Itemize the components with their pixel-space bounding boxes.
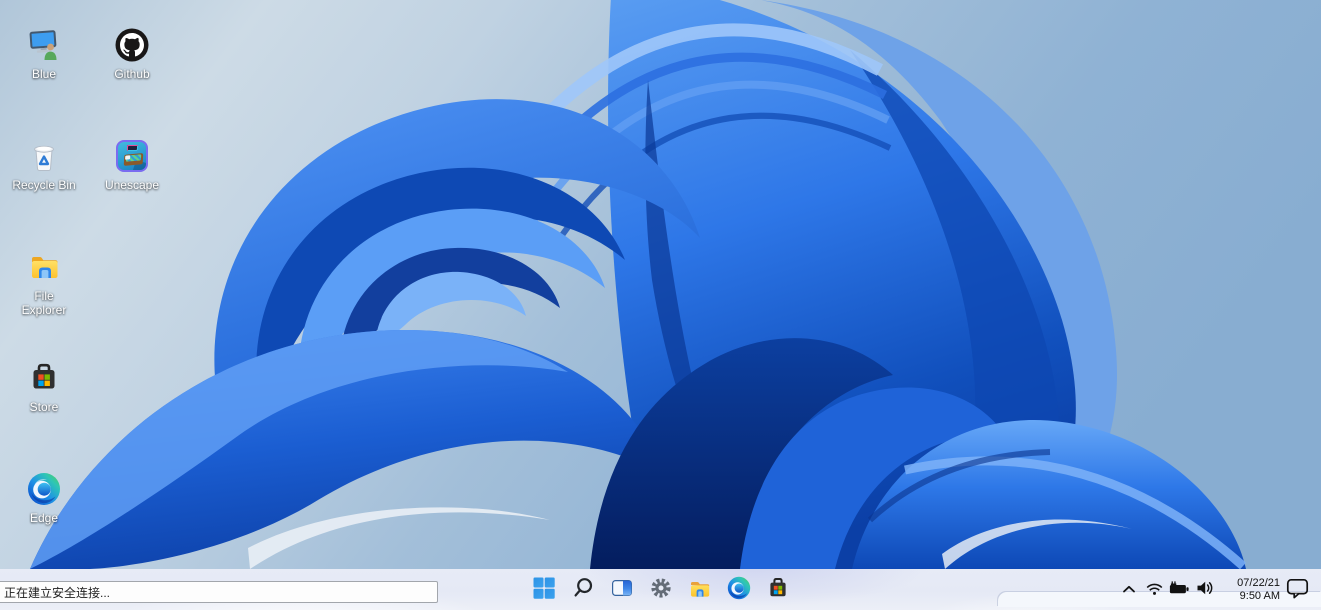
edge-button[interactable]: [727, 578, 751, 602]
tray-battery-button[interactable]: [1169, 581, 1190, 598]
search-icon: [571, 576, 595, 603]
desktop-icon-label: Recycle Bin: [12, 178, 75, 192]
search-button[interactable]: [571, 578, 595, 602]
volume-icon: [1195, 580, 1215, 599]
desktop-icon-label: File Explorer: [11, 289, 77, 317]
desktop-icon-store[interactable]: Store: [0, 361, 88, 414]
desktop-icon-label: Blue: [32, 67, 56, 81]
microsoft-store-icon: [27, 361, 61, 395]
desktop-icon-blue[interactable]: Blue: [0, 28, 88, 81]
chat-bubble-icon: [1286, 578, 1310, 602]
task-view-icon: [610, 576, 634, 603]
system-tray: 07/22/21 9:50 AM: [1122, 569, 1321, 610]
chevron-up-icon: [1122, 582, 1136, 597]
desktop-icon-file-explorer[interactable]: File Explorer: [0, 250, 88, 317]
wallpaper-bloom: [0, 0, 1321, 610]
clock-time: 9:50 AM: [1240, 590, 1280, 603]
taskbar-clock[interactable]: 07/22/21 9:50 AM: [1224, 577, 1280, 603]
unescape-game-icon: [115, 139, 149, 173]
tray-volume-button[interactable]: [1195, 580, 1215, 599]
clock-date: 07/22/21: [1237, 577, 1280, 590]
file-explorer-icon: [27, 250, 61, 284]
tray-network-button[interactable]: [1145, 581, 1164, 599]
battery-charging-icon: [1169, 581, 1190, 598]
edge-icon: [27, 472, 61, 506]
desktop-icon-label: Edge: [30, 511, 58, 525]
recycle-bin-icon: [27, 139, 61, 173]
desktop-icon-label: Store: [30, 400, 59, 414]
github-icon: [115, 28, 149, 62]
desktop-icon-unescape[interactable]: Unescape: [88, 139, 176, 192]
task-view-button[interactable]: [610, 578, 634, 602]
desktop-icon-label: Unescape: [105, 178, 159, 192]
settings-button[interactable]: [649, 578, 673, 602]
edge-icon: [727, 576, 751, 603]
wifi-icon: [1145, 581, 1164, 599]
status-tooltip: 正在建立安全连接...: [0, 581, 438, 603]
file-explorer-button[interactable]: [688, 578, 712, 602]
notification-center-button[interactable]: [1286, 578, 1310, 602]
desktop: Blue Github: [0, 0, 1321, 610]
desktop-icon-label: Github: [114, 67, 149, 81]
windows-logo-icon: [532, 576, 556, 603]
tray-chevron-button[interactable]: [1122, 582, 1136, 597]
remote-desktop-user-icon: [27, 28, 61, 62]
desktop-icon-edge[interactable]: Edge: [0, 472, 88, 525]
desktop-icon-recycle-bin[interactable]: Recycle Bin: [0, 139, 88, 192]
status-tooltip-text: 正在建立安全连接...: [4, 584, 110, 601]
gear-icon: [649, 576, 673, 603]
folder-icon: [688, 576, 712, 603]
start-button[interactable]: [532, 578, 556, 602]
desktop-icon-github[interactable]: Github: [88, 28, 176, 81]
store-bag-icon: [766, 576, 790, 603]
store-button[interactable]: [766, 578, 790, 602]
